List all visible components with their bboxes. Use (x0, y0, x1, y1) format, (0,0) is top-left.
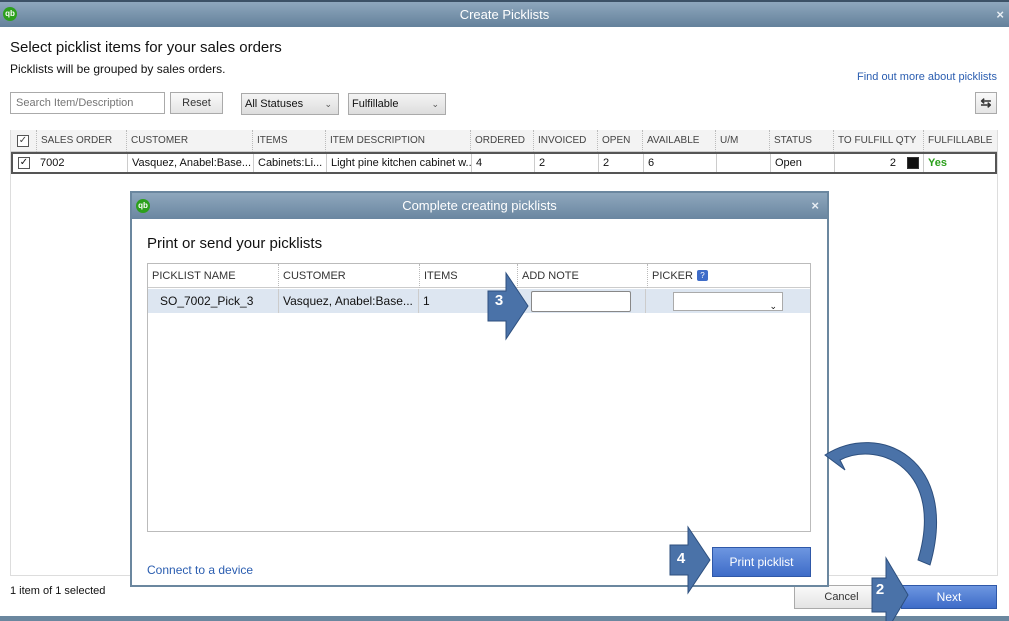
page-heading: Select picklist items for your sales ord… (10, 39, 282, 56)
window-title: Create Picklists (459, 7, 550, 22)
dialog-title-bar: qb Complete creating picklists × (132, 193, 827, 219)
selection-count: 1 item of 1 selected (10, 585, 106, 597)
next-button[interactable]: Next (901, 585, 997, 609)
bottom-border (0, 616, 1009, 621)
picker-select[interactable]: ⌄ (673, 292, 783, 311)
refresh-icon[interactable]: ⇆ (975, 92, 997, 114)
col-picker: PICKER (647, 264, 693, 288)
edit-qty-icon[interactable] (907, 157, 919, 169)
cell-um (716, 154, 771, 172)
help-link[interactable]: Find out more about picklists (857, 71, 997, 83)
picklist-table-header: PICKLIST NAME CUSTOMER ITEMS ADD NOTE PI… (148, 264, 810, 288)
status-filter-value: All Statuses (245, 98, 304, 110)
cell-invoiced: 2 (534, 154, 598, 172)
col-to-fulfill-qty[interactable]: TO FULFILL QTY (833, 130, 916, 152)
cell-customer: Vasquez, Anabel:Base... (278, 289, 413, 313)
col-picklist-name: PICKLIST NAME (152, 270, 236, 282)
cell-picklist-name: SO_7002_Pick_3 (160, 294, 254, 308)
col-add-note: ADD NOTE (517, 264, 579, 288)
step-4-label: 4 (676, 550, 686, 567)
dialog-title: Complete creating picklists (402, 198, 557, 213)
connect-device-link[interactable]: Connect to a device (147, 563, 253, 577)
step-2-label: 2 (875, 581, 885, 598)
table-row[interactable]: ✓ 7002 Vasquez, Anabel:Base... Cabinets:… (11, 152, 997, 174)
search-input[interactable] (10, 92, 165, 114)
col-items[interactable]: ITEMS (252, 130, 288, 152)
cell-ordered: 4 (471, 154, 534, 172)
status-filter-select[interactable]: All Statuses ⌄ (241, 93, 339, 115)
table-header: ✓ SALES ORDER CUSTOMER ITEMS ITEM DESCRI… (11, 130, 997, 152)
row-checkbox[interactable]: ✓ (18, 157, 30, 169)
window-title-bar: qb Create Picklists × (0, 0, 1009, 27)
col-items: ITEMS (419, 264, 458, 288)
col-customer[interactable]: CUSTOMER (126, 130, 188, 152)
picker-value (765, 298, 769, 312)
col-available[interactable]: AVAILABLE (642, 130, 699, 152)
quickbooks-logo-icon: qb (136, 199, 150, 213)
chevron-down-icon: ⌄ (324, 99, 332, 109)
step-3-label: 3 (494, 292, 504, 309)
cell-available: 6 (643, 154, 716, 172)
cell-items: Cabinets:Li... (253, 154, 327, 172)
col-customer: CUSTOMER (278, 264, 346, 288)
col-item-description[interactable]: ITEM DESCRIPTION (325, 130, 425, 152)
col-ordered[interactable]: ORDERED (470, 130, 525, 152)
help-icon[interactable]: ? (697, 270, 708, 281)
col-fulfillable[interactable]: FULFILLABLE (923, 130, 992, 152)
reset-button[interactable]: Reset (170, 92, 223, 114)
quickbooks-logo-icon: qb (3, 7, 17, 21)
select-all-checkbox[interactable]: ✓ (17, 135, 29, 147)
col-invoiced[interactable]: INVOICED (533, 130, 586, 152)
close-icon[interactable]: × (996, 2, 1004, 27)
col-open[interactable]: OPEN (597, 130, 630, 152)
cell-items: 1 (418, 289, 430, 313)
cell-open: 2 (598, 154, 643, 172)
dialog-heading: Print or send your picklists (147, 235, 323, 252)
fulfill-filter-select[interactable]: Fulfillable ⌄ (348, 93, 446, 115)
col-sales-order[interactable]: SALES ORDER (36, 130, 112, 152)
close-icon[interactable]: × (811, 193, 819, 219)
cell-description: Light pine kitchen cabinet w... (326, 154, 471, 172)
cell-fulfillable: Yes (923, 154, 947, 172)
cell-status: Open (770, 154, 834, 172)
picklist-row[interactable]: SO_7002_Pick_3 Vasquez, Anabel:Base... 1… (148, 289, 810, 313)
cell-customer: Vasquez, Anabel:Base... (127, 154, 253, 172)
divider (645, 289, 646, 313)
cell-sales-order: 7002 (40, 157, 65, 169)
to-fulfill-qty-input[interactable]: 2 (834, 154, 900, 172)
add-note-input[interactable] (531, 291, 631, 312)
col-status[interactable]: STATUS (769, 130, 812, 152)
chevron-down-icon: ⌄ (431, 99, 439, 109)
picklist-table: PICKLIST NAME CUSTOMER ITEMS ADD NOTE PI… (147, 263, 811, 532)
print-picklist-button[interactable]: Print picklist (712, 547, 811, 577)
fulfill-filter-value: Fulfillable (352, 98, 399, 110)
complete-picklists-dialog: qb Complete creating picklists × Print o… (130, 191, 829, 587)
col-um[interactable]: U/M (715, 130, 738, 152)
page-subheading: Picklists will be grouped by sales order… (10, 62, 226, 76)
